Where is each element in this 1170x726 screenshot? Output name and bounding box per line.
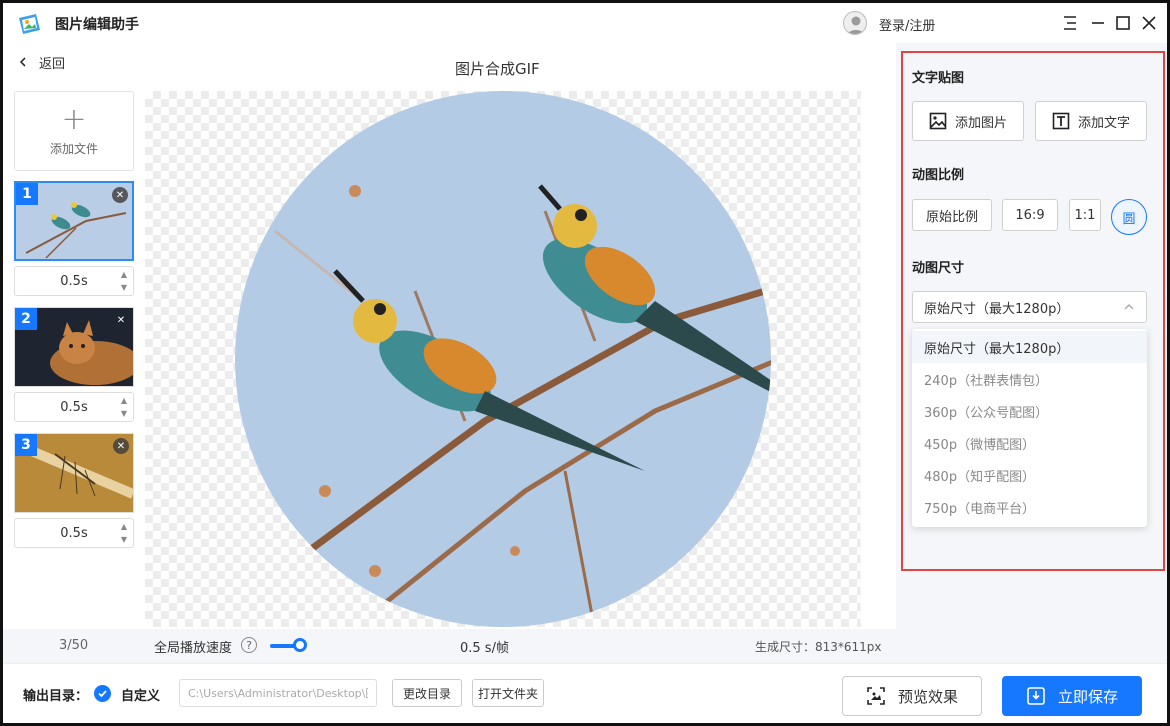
add-image-button[interactable]: 添加图片 [912, 101, 1024, 141]
avatar[interactable] [843, 11, 867, 35]
back-label: 返回 [39, 56, 66, 72]
help-icon[interactable]: ? [241, 637, 257, 653]
size-select-value: 原始尺寸（最大1280p） [924, 301, 1070, 317]
size-option[interactable]: 450p（微博配图） [912, 427, 1147, 459]
birds-preview-image [235, 91, 771, 627]
change-dir-button[interactable]: 更改目录 [392, 679, 462, 707]
size-option[interactable]: 750p（电商平台） [912, 491, 1147, 523]
check-icon[interactable] [94, 685, 111, 702]
plus-icon: + [61, 101, 87, 137]
size-option[interactable]: 240p（社群表情包） [912, 363, 1147, 395]
canvas-title: 图片合成GIF [455, 60, 540, 78]
save-button[interactable]: 立即保存 [1002, 676, 1142, 716]
preview-label: 预览效果 [897, 687, 958, 706]
chevron-left-icon [15, 54, 31, 70]
stepper-arrows-icon[interactable]: ▲ ▼ [119, 396, 129, 418]
add-file-button[interactable]: + 添加文件 [14, 91, 134, 171]
ratio-original-button[interactable]: 原始比例 [912, 199, 992, 231]
open-folder-button[interactable]: 打开文件夹 [472, 679, 544, 707]
login-link[interactable]: 登录/注册 [879, 15, 935, 34]
frame-duration-stepper-1[interactable]: 0.5s ▲ ▼ [14, 266, 134, 296]
frame-thumbnail-2[interactable]: 2 ✕ [14, 307, 134, 387]
bottom-bar [3, 663, 1167, 723]
remove-frame-icon[interactable]: ✕ [113, 438, 129, 454]
frame-thumbnail-1[interactable]: 1 ✕ [14, 181, 134, 261]
app-window: 图片编辑助手 登录/注册 返回 + 添加文件 1 ✕ 0.5s ▲ ▼ 2 ✕ … [0, 0, 1170, 726]
image-icon [929, 112, 947, 130]
ratio-section-title: 动图比例 [912, 168, 965, 183]
minimize-icon[interactable] [1088, 13, 1108, 33]
size-section-title: 动图尺寸 [912, 261, 965, 276]
frame-number-badge: 2 [15, 308, 37, 330]
frame-duration-value: 0.5s [60, 273, 88, 289]
speed-slider-handle[interactable] [293, 638, 307, 652]
output-dir-label: 输出目录： [23, 689, 89, 704]
stepper-arrows-icon[interactable]: ▲ ▼ [119, 270, 129, 292]
app-title: 图片编辑助手 [55, 17, 139, 33]
size-dropdown: 原始尺寸（最大1280p） 240p（社群表情包） 360p（公众号配图） 45… [912, 329, 1147, 527]
close-icon[interactable] [1139, 13, 1159, 33]
maximize-icon[interactable] [1113, 13, 1133, 33]
output-path-input[interactable] [179, 679, 377, 707]
speed-value: 0.5 s/帧 [460, 641, 509, 656]
menu-icon[interactable] [1060, 13, 1080, 33]
preview-icon [867, 687, 885, 705]
remove-frame-icon[interactable]: ✕ [112, 187, 128, 203]
add-text-label: 添加文字 [1077, 115, 1130, 131]
add-image-label: 添加图片 [954, 115, 1007, 131]
back-button[interactable]: 返回 [15, 52, 65, 72]
text-icon [1052, 112, 1070, 130]
generated-size: 生成尺寸：813*611px [755, 640, 882, 654]
ratio-circle-button[interactable]: 圆 [1111, 199, 1147, 235]
frame-duration-value: 0.5s [60, 525, 88, 541]
size-option[interactable]: 480p（知乎配图） [912, 459, 1147, 491]
remove-frame-icon[interactable]: ✕ [113, 312, 129, 328]
preview-canvas [145, 91, 861, 627]
sticker-section-title: 文字贴图 [912, 71, 965, 86]
chevron-up-icon [1124, 304, 1134, 310]
size-option[interactable]: 360p（公众号配图） [912, 395, 1147, 427]
speed-label: 全局播放速度 [154, 641, 233, 656]
frame-duration-stepper-3[interactable]: 0.5s ▲ ▼ [14, 518, 134, 548]
add-file-label: 添加文件 [49, 141, 98, 156]
title-bar: 图片编辑助手 登录/注册 [3, 3, 1167, 43]
frame-number-badge: 1 [16, 183, 38, 205]
save-label: 立即保存 [1057, 687, 1118, 706]
size-option[interactable]: 原始尺寸（最大1280p） [912, 331, 1147, 363]
frame-duration-stepper-2[interactable]: 0.5s ▲ ▼ [14, 392, 134, 422]
user-icon [847, 16, 865, 34]
frame-duration-value: 0.5s [60, 399, 88, 415]
preview-button[interactable]: 预览效果 [842, 676, 982, 716]
download-icon [1027, 687, 1045, 705]
app-logo-icon [19, 14, 40, 34]
frame-thumbnail-3[interactable]: 3 ✕ [14, 433, 134, 513]
ratio-16-9-button[interactable]: 16:9 [1002, 199, 1058, 231]
custom-label[interactable]: 自定义 [121, 685, 160, 704]
frame-count: 3/50 [59, 638, 89, 653]
frame-number-badge: 3 [15, 434, 37, 456]
ratio-1-1-button[interactable]: 1:1 [1069, 199, 1101, 231]
size-select[interactable]: 原始尺寸（最大1280p） [912, 291, 1147, 323]
add-text-button[interactable]: 添加文字 [1035, 101, 1147, 141]
stepper-arrows-icon[interactable]: ▲ ▼ [119, 522, 129, 544]
